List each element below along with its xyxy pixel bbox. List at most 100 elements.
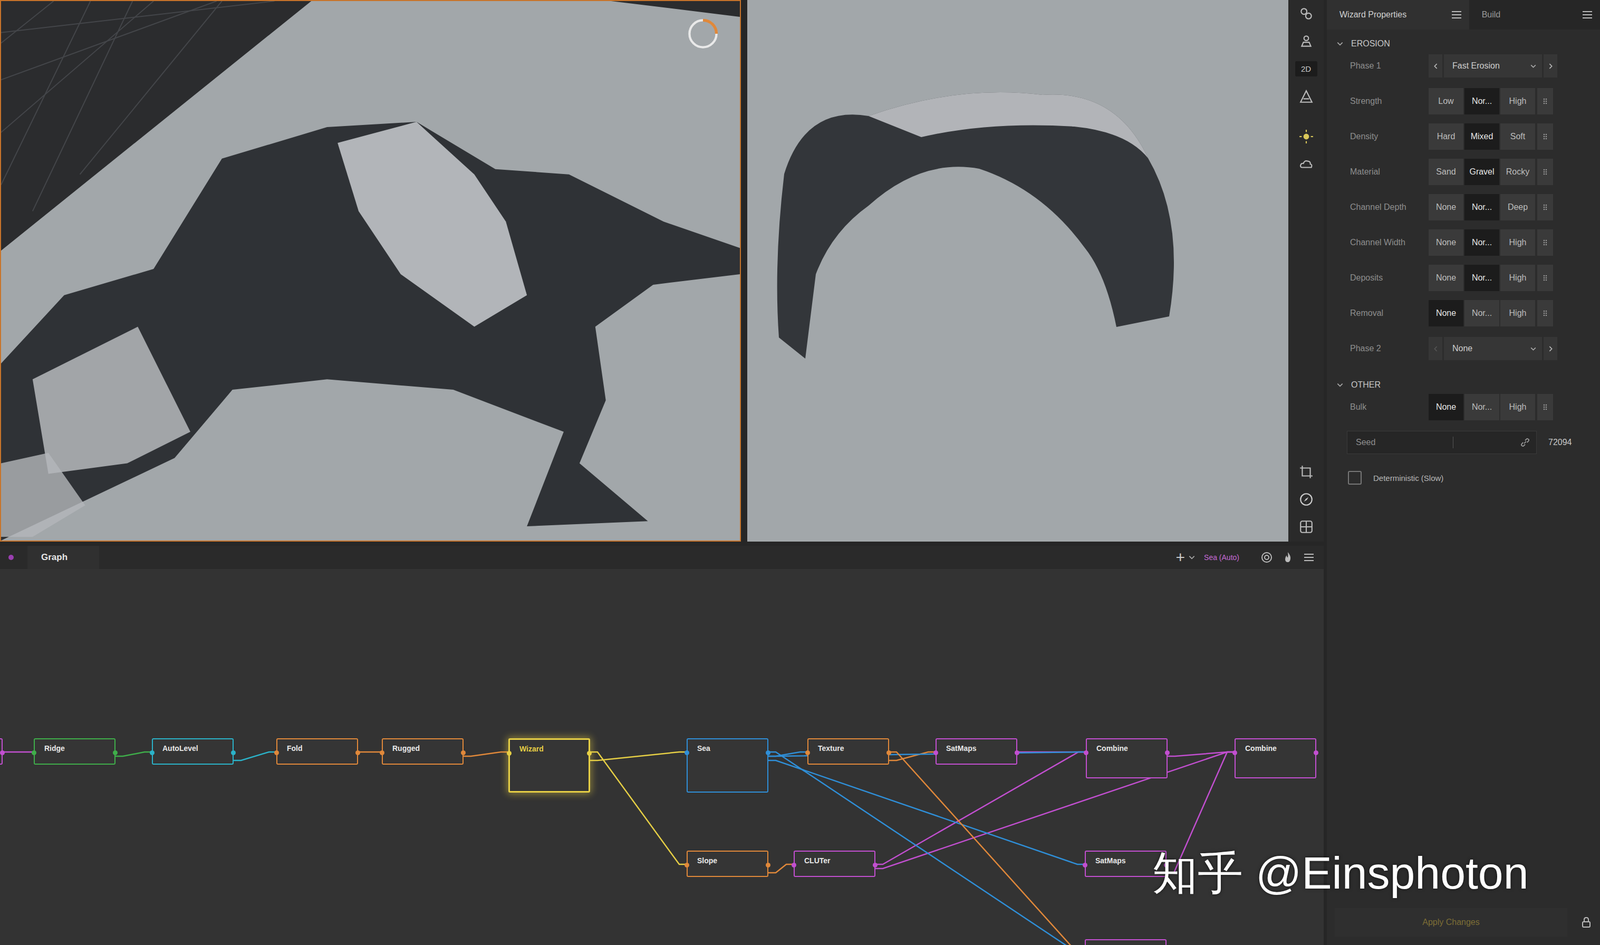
dropdown[interactable]: None — [1428, 336, 1558, 361]
more-button[interactable] — [1537, 264, 1554, 292]
cloud-icon[interactable] — [1298, 156, 1314, 172]
perspective-viewport[interactable] — [0, 0, 741, 542]
segment-option[interactable]: Gravel — [1464, 158, 1500, 186]
segment-option[interactable]: Nor... — [1464, 393, 1500, 421]
compass-icon[interactable] — [1298, 492, 1314, 507]
input-port[interactable] — [805, 750, 811, 756]
input-port[interactable] — [31, 750, 37, 756]
segment-option[interactable]: Deep — [1500, 194, 1536, 221]
graph-node[interactable]: AutoLevel — [151, 738, 234, 765]
output-port[interactable] — [460, 750, 466, 756]
build-target[interactable]: Sea (Auto) — [1203, 553, 1240, 562]
output-port[interactable] — [586, 750, 592, 756]
more-button[interactable] — [1537, 300, 1554, 327]
segment-option[interactable]: None — [1428, 264, 1464, 292]
more-button[interactable] — [1537, 158, 1554, 186]
input-port[interactable] — [506, 750, 512, 756]
graph-node[interactable]: Rugged — [381, 738, 464, 765]
segment-option[interactable]: None — [1428, 229, 1464, 256]
at-icon[interactable] — [1260, 551, 1274, 564]
segment-option[interactable]: None — [1428, 194, 1464, 221]
crop-icon[interactable] — [1298, 464, 1314, 480]
output-port[interactable] — [765, 750, 771, 756]
graph-node[interactable]: Slope — [686, 850, 769, 877]
graph-node[interactable]: SatMaps — [1084, 850, 1167, 877]
graph-node[interactable]: Texture — [807, 738, 890, 765]
next-button[interactable] — [1543, 54, 1558, 78]
link-icon[interactable] — [1298, 6, 1314, 22]
segment-option[interactable]: Nor... — [1464, 88, 1500, 115]
output-port[interactable] — [112, 750, 118, 756]
output-port[interactable] — [872, 862, 878, 868]
segment-option[interactable]: Hard — [1428, 123, 1464, 150]
top-viewport[interactable] — [747, 0, 1289, 542]
section-header[interactable]: OTHER — [1326, 370, 1600, 394]
previous-button[interactable] — [1428, 336, 1443, 361]
graph-node[interactable]: Ridge — [33, 738, 116, 765]
apply-changes-button[interactable]: Apply Changes — [1334, 908, 1568, 937]
output-port[interactable] — [1014, 750, 1020, 756]
2d-mode-button[interactable]: 2D — [1295, 61, 1318, 77]
more-button[interactable] — [1537, 123, 1554, 150]
segment-option[interactable]: Mixed — [1464, 123, 1500, 150]
graph-node[interactable]: Combine — [1085, 738, 1168, 779]
menu-icon[interactable] — [1302, 551, 1316, 564]
segment-option[interactable]: High — [1500, 300, 1536, 327]
input-port[interactable] — [1232, 750, 1238, 756]
person-icon[interactable] — [1298, 33, 1314, 49]
graph-canvas[interactable]: RidgeAutoLevelFoldRuggedWizardSeaTexture… — [0, 569, 1324, 945]
output-port[interactable] — [1163, 862, 1169, 868]
seed-field[interactable]: Seed — [1346, 430, 1537, 455]
input-port[interactable] — [933, 750, 939, 756]
graph-node[interactable] — [0, 738, 3, 765]
output-port[interactable] — [886, 750, 892, 756]
segment-option[interactable]: Nor... — [1464, 229, 1500, 256]
fire-icon[interactable] — [1281, 551, 1295, 564]
output-port[interactable] — [355, 750, 361, 756]
segment-option[interactable]: Low — [1428, 88, 1464, 115]
output-port[interactable] — [765, 862, 771, 868]
input-port[interactable] — [274, 750, 279, 756]
input-port[interactable] — [684, 750, 690, 756]
more-button[interactable] — [1537, 194, 1554, 221]
segment-option[interactable]: Sand — [1428, 158, 1464, 186]
segment-option[interactable]: High — [1500, 393, 1536, 421]
sun-icon[interactable] — [1298, 129, 1314, 144]
segment-option[interactable]: Nor... — [1464, 264, 1500, 292]
input-port[interactable] — [791, 862, 797, 868]
next-button[interactable] — [1543, 336, 1558, 361]
lock-icon[interactable] — [1579, 916, 1593, 929]
segment-option[interactable]: Rocky — [1500, 158, 1536, 186]
add-node-button[interactable]: + — [1176, 549, 1186, 566]
segment-option[interactable]: Nor... — [1464, 194, 1500, 221]
menu-icon[interactable] — [1581, 8, 1594, 22]
segment-option[interactable]: High — [1500, 264, 1536, 292]
graph-node[interactable]: Wizard — [508, 738, 591, 793]
input-port[interactable] — [1082, 862, 1088, 868]
previous-button[interactable] — [1428, 54, 1443, 78]
output-port[interactable] — [1164, 750, 1170, 756]
graph-node[interactable]: CLUTer — [793, 850, 876, 877]
section-header[interactable]: EROSION — [1326, 29, 1600, 53]
segment-option[interactable]: None — [1428, 300, 1464, 327]
input-port[interactable] — [684, 862, 690, 868]
input-port[interactable] — [1083, 750, 1089, 756]
checkbox[interactable] — [1347, 470, 1362, 485]
more-button[interactable] — [1537, 88, 1554, 115]
more-button[interactable] — [1537, 393, 1554, 421]
graph-node[interactable]: Sea — [686, 738, 769, 793]
more-button[interactable] — [1537, 229, 1554, 256]
caret-down-icon[interactable] — [1188, 553, 1196, 562]
triangle-icon[interactable] — [1298, 89, 1314, 104]
input-port[interactable] — [379, 750, 385, 756]
input-port[interactable] — [149, 750, 155, 756]
properties-tab[interactable]: Wizard Properties — [1326, 0, 1470, 30]
grid-icon[interactable] — [1298, 519, 1314, 535]
dropdown[interactable]: Fast Erosion — [1428, 54, 1558, 78]
output-port[interactable] — [0, 750, 5, 756]
menu-icon[interactable] — [1450, 8, 1463, 22]
segment-option[interactable]: High — [1500, 88, 1536, 115]
graph-tab[interactable]: Graph — [27, 545, 100, 570]
segment-option[interactable]: Nor... — [1464, 300, 1500, 327]
link-icon[interactable] — [1519, 436, 1531, 449]
